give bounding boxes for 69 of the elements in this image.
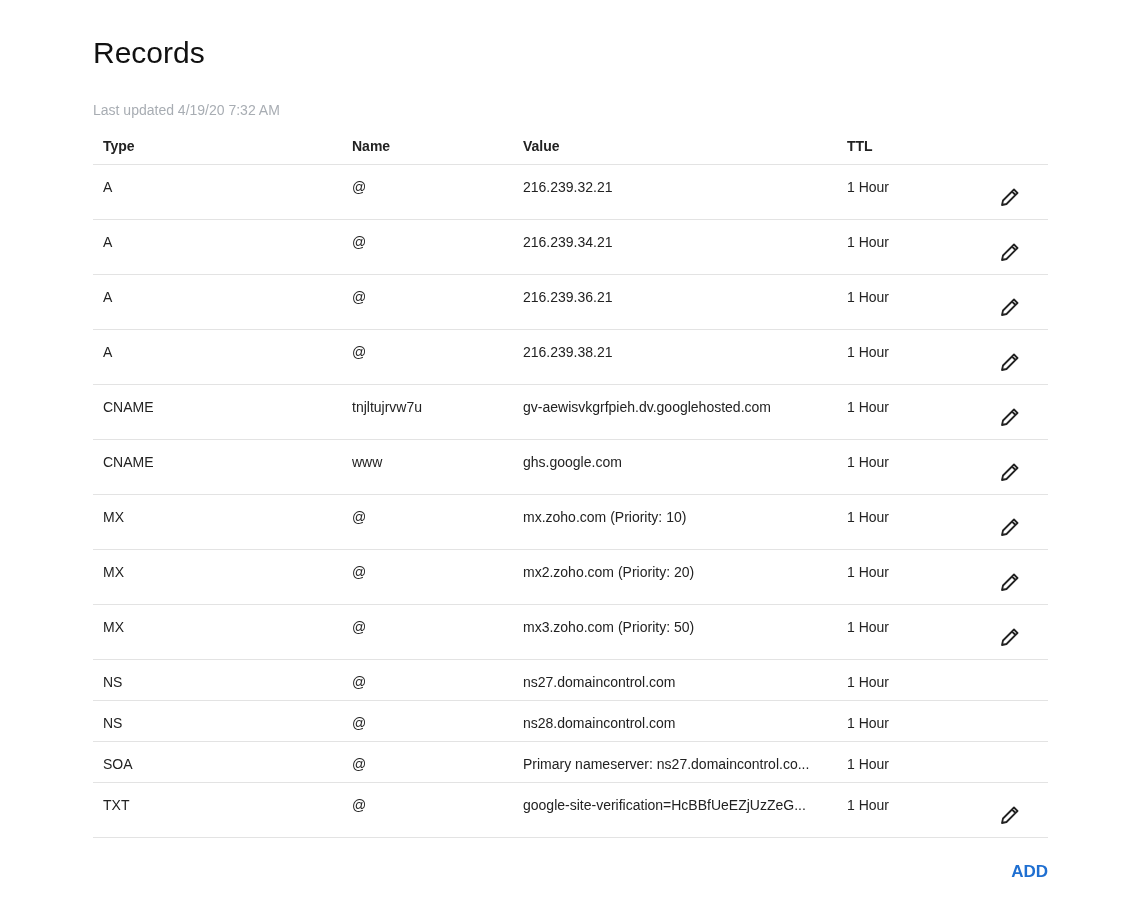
edit-icon[interactable] bbox=[1000, 352, 1020, 372]
record-type-cell-text: TXT bbox=[102, 796, 131, 813]
edit-icon[interactable] bbox=[1000, 187, 1020, 207]
record-ttl-cell-text: 1 Hour bbox=[846, 673, 891, 690]
record-type-cell-text: SOA bbox=[102, 755, 134, 772]
column-header: TTL bbox=[846, 138, 874, 156]
record-name-cell-text: tnjltujrvw7u bbox=[351, 398, 424, 415]
record-ttl-cell-text: 1 Hour bbox=[846, 233, 891, 250]
record-name-cell-text: www bbox=[351, 453, 384, 470]
record-value-cell-text: google-site-verification=HcBBfUeEZjUzZeG... bbox=[522, 796, 807, 813]
page-title: Records bbox=[93, 35, 205, 71]
record-name-cell-text: @ bbox=[351, 673, 368, 690]
record-name-cell-text: @ bbox=[351, 178, 368, 195]
edit-icon[interactable] bbox=[1000, 805, 1020, 825]
record-ttl-cell-text: 1 Hour bbox=[846, 714, 891, 731]
record-name-cell-text: @ bbox=[351, 755, 368, 772]
record-type-cell-text: A bbox=[102, 233, 114, 250]
record-ttl-cell-text: 1 Hour bbox=[846, 343, 891, 360]
record-value-cell-text: 216.239.36.21 bbox=[522, 288, 614, 305]
record-value-cell-text: ns28.domaincontrol.com bbox=[522, 714, 677, 731]
record-value-cell-text: ghs.google.com bbox=[522, 453, 623, 470]
edit-icon[interactable] bbox=[1000, 627, 1020, 647]
record-type-cell-text: MX bbox=[102, 618, 125, 635]
record-type-cell-text: A bbox=[102, 288, 114, 305]
record-value-cell-text: 216.239.34.21 bbox=[522, 233, 614, 250]
record-value-cell-text: mx2.zoho.com (Priority: 20) bbox=[522, 563, 696, 580]
record-value-cell-text: 216.239.38.21 bbox=[522, 343, 614, 360]
record-type-cell-text: MX bbox=[102, 563, 125, 580]
edit-icon[interactable] bbox=[1000, 572, 1020, 592]
record-ttl-cell-text: 1 Hour bbox=[846, 563, 891, 580]
record-value-cell-text: mx3.zoho.com (Priority: 50) bbox=[522, 618, 696, 635]
record-name-cell-text: @ bbox=[351, 714, 368, 731]
column-header: Type bbox=[102, 138, 136, 156]
record-name-cell-text: @ bbox=[351, 233, 368, 250]
record-name-cell-text: @ bbox=[351, 563, 368, 580]
record-value-cell-text: Primary nameserver: ns27.domaincontrol.co... bbox=[522, 755, 811, 772]
record-type-cell-text: CNAME bbox=[102, 453, 155, 470]
record-value-cell-text: mx.zoho.com (Priority: 10) bbox=[522, 508, 688, 525]
edit-icon[interactable] bbox=[1000, 242, 1020, 262]
record-ttl-cell-text: 1 Hour bbox=[846, 453, 891, 470]
record-value-cell-text: 216.239.32.21 bbox=[522, 178, 614, 195]
edit-icon[interactable] bbox=[1000, 517, 1020, 537]
record-name-cell-text: @ bbox=[351, 618, 368, 635]
record-type-cell-text: MX bbox=[102, 508, 125, 525]
record-type-cell-text: A bbox=[102, 343, 114, 360]
edit-icon[interactable] bbox=[1000, 297, 1020, 317]
record-value-cell-text: gv-aewisvkgrfpieh.dv.googlehosted.com bbox=[522, 398, 772, 415]
record-name-cell-text: @ bbox=[351, 343, 368, 360]
record-ttl-cell-text: 1 Hour bbox=[846, 755, 891, 772]
record-ttl-cell-text: 1 Hour bbox=[846, 796, 891, 813]
record-ttl-cell-text: 1 Hour bbox=[846, 398, 891, 415]
edit-icon[interactable] bbox=[1000, 462, 1020, 482]
record-name-cell-text: @ bbox=[351, 288, 368, 305]
add-button[interactable]: ADD bbox=[1011, 862, 1048, 882]
record-type-cell-text: NS bbox=[102, 673, 124, 690]
record-ttl-cell-text: 1 Hour bbox=[846, 178, 891, 195]
record-ttl-cell-text: 1 Hour bbox=[846, 618, 891, 635]
column-header: Value bbox=[522, 138, 561, 156]
last-updated-text: Last updated 4/19/20 7:32 AM bbox=[93, 102, 280, 118]
record-type-cell-text: CNAME bbox=[102, 398, 155, 415]
edit-icon[interactable] bbox=[1000, 407, 1020, 427]
record-name-cell-text: @ bbox=[351, 796, 368, 813]
record-value-cell-text: ns27.domaincontrol.com bbox=[522, 673, 677, 690]
column-header: Name bbox=[351, 138, 392, 156]
record-ttl-cell-text: 1 Hour bbox=[846, 288, 891, 305]
record-type-cell-text: NS bbox=[102, 714, 124, 731]
record-type-cell-text: A bbox=[102, 178, 114, 195]
record-name-cell-text: @ bbox=[351, 508, 368, 525]
record-ttl-cell-text: 1 Hour bbox=[846, 508, 891, 525]
